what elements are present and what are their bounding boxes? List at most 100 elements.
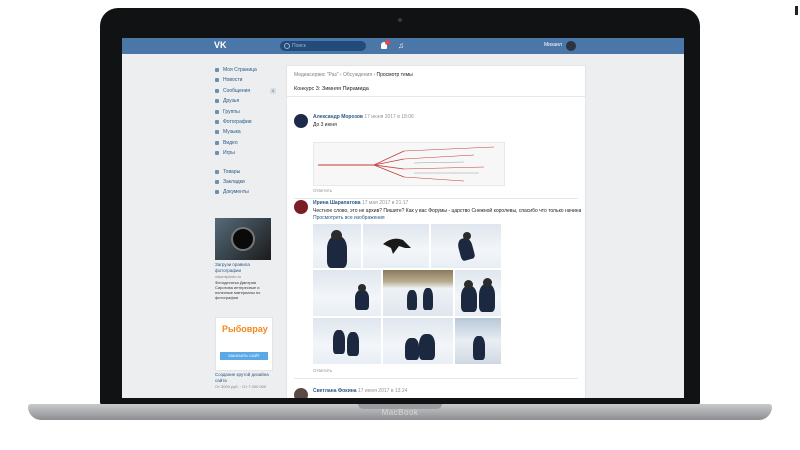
- ad-image-camera[interactable]: [215, 218, 271, 260]
- photo-thumbnail[interactable]: [383, 270, 453, 316]
- avatar[interactable]: [294, 200, 308, 214]
- sidebar-item-label: Музыка: [223, 129, 241, 136]
- document-icon: [215, 190, 219, 195]
- ad-description: Фотодесятка Дмитрия Сиротова интересные …: [215, 280, 261, 300]
- groups-icon: [215, 109, 219, 114]
- laptop-lid: VK Поиск ♫ Михаил Моя Страница Новости С…: [100, 8, 700, 406]
- vk-header: VK Поиск ♫ Михаил: [122, 38, 684, 54]
- ad-source: xiaomiphoto.ru: [215, 274, 242, 279]
- sidebar-item-label: Моя Страница: [223, 67, 257, 73]
- comment-author-name[interactable]: Александр Морозов: [313, 114, 363, 120]
- sidebar-item-label: Сообщения: [223, 87, 251, 94]
- search-input[interactable]: Поиск: [280, 41, 366, 51]
- divider: [294, 198, 578, 199]
- news-icon: [215, 78, 219, 83]
- comment-author[interactable]: Александр Морозов 17 июня 2017 в 18:06: [313, 114, 414, 120]
- comment-text: До 3 июня: [313, 122, 337, 128]
- user-name[interactable]: Михаил: [544, 42, 562, 48]
- view-all-images-link[interactable]: Просмотреть все изображения: [313, 215, 385, 221]
- search-icon: [284, 43, 290, 49]
- topic-header: Конкурс 3: Зимняя Пирамида: [287, 82, 585, 97]
- sidebar-item-bookmarks[interactable]: Закладки: [214, 177, 278, 187]
- sidebar-item-goods[interactable]: Товары: [214, 167, 278, 177]
- order-site-button[interactable]: ЗАКАЗАТЬ САЙТ: [220, 352, 268, 360]
- sidebar-item-music[interactable]: Музыка: [214, 127, 278, 137]
- menu-divider: [214, 159, 278, 167]
- ad-brand-logo: Рыбоврау: [222, 324, 268, 334]
- comment-author[interactable]: Светлана Фокина 17 июня 2017 в 13:24: [313, 388, 407, 394]
- ad-title[interactable]: Создание крутой дизайна сайта: [215, 372, 271, 383]
- comment-date: 17 июня 2017 в 13:24: [357, 388, 408, 394]
- music-icon: [215, 130, 219, 135]
- comment-author[interactable]: Ирина Шарапатова 17 мая 2017 в 21:17: [313, 200, 408, 206]
- divider: [294, 378, 578, 379]
- camera-lens-icon: [231, 227, 255, 251]
- breadcrumb: Медиасервис "Раз" › Обсуждения › Просмот…: [294, 72, 413, 78]
- photo-thumbnail[interactable]: [363, 224, 429, 268]
- sidebar-item-video[interactable]: Видео: [214, 138, 278, 148]
- search-placeholder: Поиск: [292, 43, 306, 49]
- sidebar-item-label: Игры: [223, 150, 235, 157]
- crow-photo: [383, 238, 411, 254]
- breadcrumb-current: Просмотр темы: [376, 72, 413, 78]
- sidebar-item-label: Видео: [223, 139, 238, 146]
- mindmap-diagram: [318, 146, 495, 182]
- sidebar-menu: Моя Страница Новости Сообщения 4 Друзья Г…: [214, 65, 278, 198]
- comment-date: 17 мая 2017 в 21:17: [361, 200, 409, 206]
- device-label: MacBook: [381, 408, 419, 417]
- music-note-icon[interactable]: ♫: [398, 41, 404, 50]
- notification-badge: [385, 40, 390, 45]
- bookmark-icon: [215, 179, 219, 184]
- sidebar-item-label: Группы: [223, 108, 240, 115]
- breadcrumb-item[interactable]: Обсуждения: [343, 72, 372, 78]
- comment-date: 17 июня 2017 в 18:06: [364, 114, 414, 120]
- avatar[interactable]: [566, 41, 576, 51]
- photo-thumbnail[interactable]: [431, 224, 501, 268]
- friends-icon: [215, 99, 219, 104]
- comment-author-name[interactable]: Светлана Фокина: [313, 388, 357, 394]
- comment-text: Честное слово, это не архив? Пишите? Как…: [313, 208, 581, 214]
- edge-mark: [795, 6, 798, 15]
- message-count-badge: 4: [269, 87, 276, 94]
- mindmap-image[interactable]: [313, 142, 505, 186]
- sidebar-item-messages[interactable]: Сообщения 4: [214, 86, 278, 96]
- home-icon: [215, 68, 219, 72]
- sidebar-item-label: Закладки: [223, 178, 245, 185]
- goods-icon: [215, 169, 219, 174]
- comment-author-name[interactable]: Ирина Шарапатова: [313, 200, 361, 206]
- sidebar-item-label: Друзья: [223, 98, 240, 105]
- photo-thumbnail[interactable]: [313, 318, 381, 364]
- screen: VK Поиск ♫ Михаил Моя Страница Новости С…: [122, 38, 684, 398]
- vk-logo[interactable]: VK: [214, 40, 227, 50]
- sidebar-item-games[interactable]: Игры: [214, 148, 278, 158]
- camera-dot: [398, 18, 402, 22]
- ad-price: От 3000 руб. · От 7 000 000: [215, 384, 267, 389]
- reply-link[interactable]: Ответить: [313, 368, 332, 373]
- photo-thumbnail[interactable]: [383, 318, 453, 364]
- photo-thumbnail[interactable]: [313, 270, 381, 316]
- ad-title[interactable]: Загрузи правила фотографии: [215, 262, 271, 273]
- photo-thumbnail[interactable]: [313, 224, 361, 268]
- avatar[interactable]: [294, 388, 308, 398]
- sidebar-item-friends[interactable]: Друзья: [214, 96, 278, 106]
- breadcrumb-item[interactable]: Медиасервис "Раз": [294, 72, 339, 78]
- games-icon: [215, 151, 219, 156]
- avatar[interactable]: [294, 114, 308, 128]
- sidebar-item-photos[interactable]: Фотографии: [214, 117, 278, 127]
- sidebar-item-label: Новости: [223, 77, 243, 84]
- photo-thumbnail[interactable]: [455, 270, 501, 316]
- photo-icon: [215, 119, 219, 124]
- sidebar-item-label: Фотографии: [223, 118, 252, 125]
- sidebar-item-label: Документы: [223, 189, 249, 196]
- topic-panel: Медиасервис "Раз" › Обсуждения › Просмот…: [286, 65, 586, 398]
- page-title: Конкурс 3: Зимняя Пирамида: [294, 86, 369, 92]
- video-icon: [215, 140, 219, 145]
- sidebar-item-documents[interactable]: Документы: [214, 187, 278, 197]
- ad-banner[interactable]: Рыбоврау ЗАКАЗАТЬ САЙТ: [215, 317, 273, 371]
- sidebar-item-my-page[interactable]: Моя Страница: [214, 65, 278, 75]
- message-icon: [215, 88, 219, 93]
- reply-link[interactable]: Ответить: [313, 188, 332, 193]
- sidebar-item-groups[interactable]: Группы: [214, 107, 278, 117]
- photo-thumbnail[interactable]: [455, 318, 501, 364]
- sidebar-item-news[interactable]: Новости: [214, 75, 278, 85]
